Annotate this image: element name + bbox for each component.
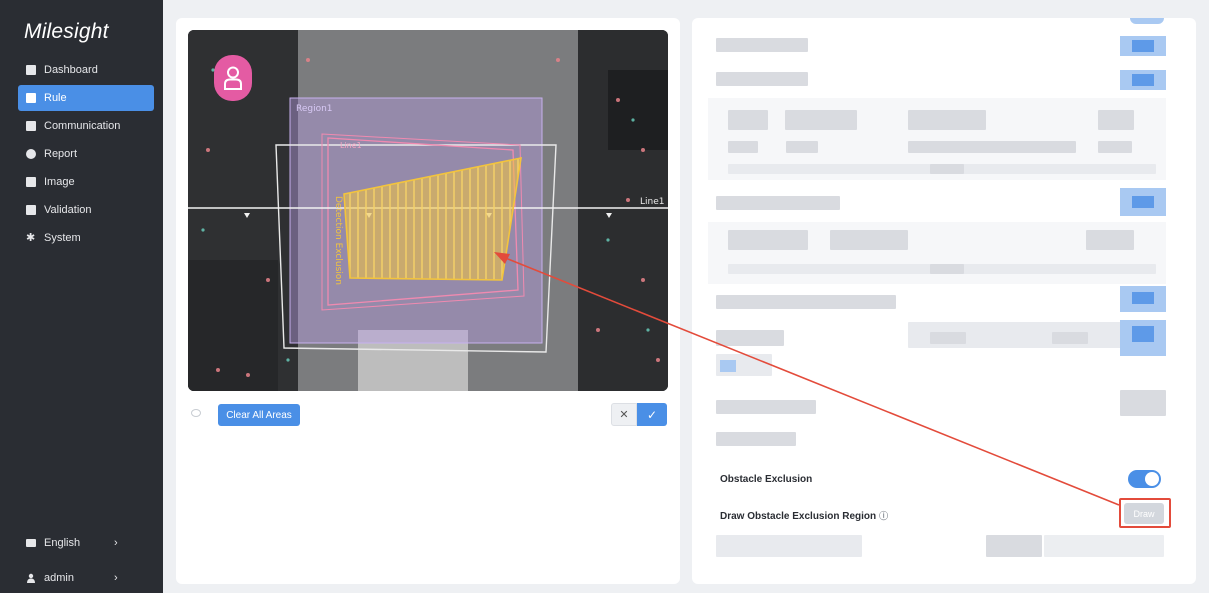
draw-region-text: Draw Obstacle Exclusion Region xyxy=(720,511,877,522)
user-menu[interactable]: admin › xyxy=(18,566,154,590)
gear-icon: ✱ xyxy=(26,232,36,244)
communication-icon xyxy=(26,121,36,131)
region-label: Region1 xyxy=(296,104,333,114)
chevron-right-icon: › xyxy=(114,537,118,549)
line-label-right: Line1 xyxy=(640,197,664,207)
sidebar: Milesight Dashboard Rule Communication R… xyxy=(0,0,163,593)
image-icon xyxy=(26,177,36,187)
sidebar-item-dashboard[interactable]: Dashboard xyxy=(18,57,154,83)
language-icon xyxy=(26,539,36,547)
user-label: admin xyxy=(44,572,74,584)
sidebar-item-validation[interactable]: Validation xyxy=(18,197,154,223)
validation-icon xyxy=(26,205,36,215)
sidebar-item-label: Dashboard xyxy=(44,64,98,76)
dashboard-icon xyxy=(26,65,36,75)
person-icon xyxy=(214,55,252,101)
sidebar-item-label: Report xyxy=(44,148,78,160)
obstacle-exclusion-label: Obstacle Exclusion xyxy=(720,474,813,485)
annotation-highlight-box xyxy=(1119,498,1171,528)
camera-view[interactable]: Region1 Line1 Line1 Detection Exclusion xyxy=(188,30,668,391)
confirm-button[interactable]: ✓ xyxy=(637,403,667,426)
sidebar-item-report[interactable]: Report xyxy=(18,141,154,167)
chevron-right-icon: › xyxy=(114,572,118,584)
line-label-small: Line1 xyxy=(340,141,362,150)
cancel-button[interactable]: ✕ xyxy=(611,403,637,426)
sidebar-item-label: Communication xyxy=(44,120,121,132)
brand-logo: Milesight xyxy=(24,20,109,43)
language-label: English xyxy=(44,537,81,549)
toggle-knob xyxy=(1145,472,1159,486)
user-icon xyxy=(26,573,36,583)
sidebar-item-communication[interactable]: Communication xyxy=(18,113,154,139)
report-icon xyxy=(26,149,36,159)
eye-icon[interactable] xyxy=(191,409,201,417)
sidebar-item-image[interactable]: Image xyxy=(18,169,154,195)
clear-all-areas-button[interactable]: Clear All Areas xyxy=(218,404,300,426)
draw-region-label: Draw Obstacle Exclusion Region ⓘ xyxy=(720,509,888,522)
sidebar-item-label: Validation xyxy=(44,204,92,216)
info-icon[interactable]: ⓘ xyxy=(879,511,888,521)
language-selector[interactable]: English › xyxy=(18,531,154,555)
obstacle-exclusion-toggle[interactable] xyxy=(1128,470,1161,488)
sidebar-item-label: System xyxy=(44,232,81,244)
sidebar-item-label: Rule xyxy=(44,92,67,104)
sidebar-item-rule[interactable]: Rule xyxy=(18,85,154,111)
sidebar-item-label: Image xyxy=(44,176,75,188)
rule-icon xyxy=(26,93,36,103)
sidebar-item-system[interactable]: ✱ System xyxy=(18,225,154,251)
exclusion-label: Detection Exclusion xyxy=(333,196,343,285)
